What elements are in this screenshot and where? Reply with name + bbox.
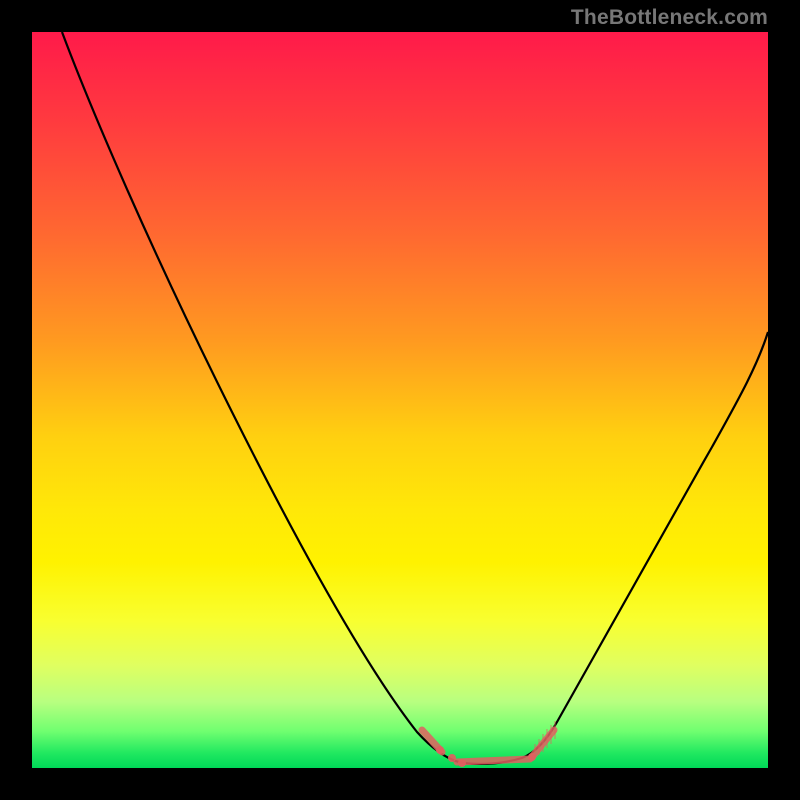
left-curve (62, 32, 463, 763)
curve-layer (32, 32, 768, 768)
watermark-text: TheBottleneck.com (571, 6, 768, 30)
chart-frame: TheBottleneck.com (0, 0, 800, 800)
noise-dot (436, 746, 444, 754)
noise-seg-bottom (457, 759, 530, 762)
noise-markers (422, 721, 555, 767)
right-curve (463, 332, 768, 764)
plot-area (32, 32, 768, 768)
noise-dot (458, 759, 466, 767)
